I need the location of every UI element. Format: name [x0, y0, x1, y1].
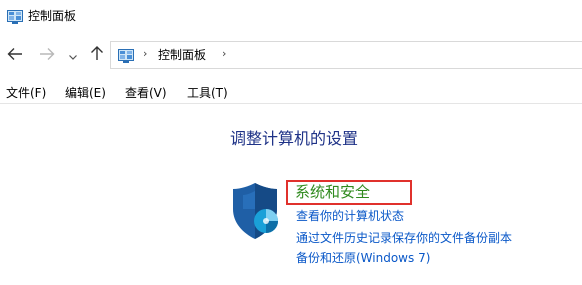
window-title: 控制面板	[28, 9, 77, 23]
menu-file[interactable]: 文件(F)	[6, 85, 46, 101]
breadcrumb-separator[interactable]: ›	[143, 47, 147, 60]
arrow-left-icon	[7, 46, 23, 65]
link-view-computer-status[interactable]: 查看你的计算机状态	[296, 208, 404, 224]
link-file-history-backup[interactable]: 通过文件历史记录保存你的文件备份副本	[296, 230, 512, 246]
arrow-up-icon	[90, 45, 104, 65]
menu-tools[interactable]: 工具(T)	[187, 85, 228, 101]
shield-icon[interactable]	[231, 183, 281, 239]
control-panel-icon	[7, 9, 23, 24]
network-icon	[234, 277, 258, 285]
back-button[interactable]	[5, 45, 25, 65]
menu-edit[interactable]: 编辑(E)	[65, 85, 106, 101]
page-title: 调整计算机的设置	[230, 129, 359, 148]
menu-view[interactable]: 查看(V)	[125, 85, 167, 101]
link-backup-restore[interactable]: 备份和还原(Windows 7)	[296, 250, 430, 266]
category-system-security[interactable]: 系统和安全	[295, 183, 370, 202]
menu-bar: 文件(F) 编辑(E) 查看(V) 工具(T)	[0, 82, 582, 104]
arrow-right-icon	[39, 46, 55, 65]
recent-locations-button[interactable]	[66, 45, 80, 65]
forward-button[interactable]	[37, 45, 57, 65]
breadcrumb-separator[interactable]: ›	[222, 47, 226, 60]
breadcrumb-control-panel[interactable]: 控制面板	[158, 47, 206, 63]
navigation-bar: › 控制面板 ›	[0, 36, 582, 74]
control-panel-window: 控制面板 › 控制面板 › 文件(F) 编辑(E) 查看(V) 工具(T) 调整…	[0, 0, 582, 285]
control-panel-icon	[118, 48, 134, 63]
chevron-down-icon	[68, 46, 78, 65]
title-bar: 控制面板	[0, 0, 582, 32]
up-button[interactable]	[87, 45, 107, 65]
address-bar[interactable]: › 控制面板 ›	[110, 41, 582, 69]
